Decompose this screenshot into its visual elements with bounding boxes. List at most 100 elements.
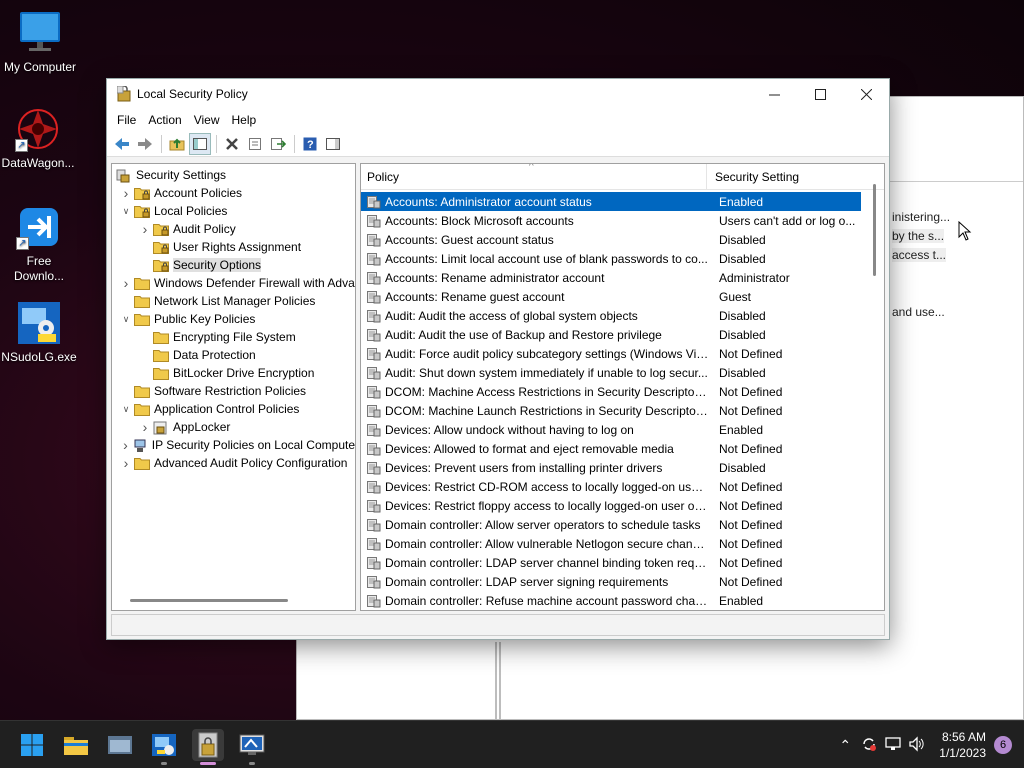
policy-row[interactable]: Domain controller: Refuse machine accoun… xyxy=(361,591,861,610)
policy-row[interactable]: Audit: Audit the use of Backup and Resto… xyxy=(361,325,861,344)
policy-row[interactable]: Accounts: Guest account status Disabled xyxy=(361,230,861,249)
tree-item-application-control-policies[interactable]: ∨ Application Control Policies xyxy=(112,400,355,418)
policy-row[interactable]: Devices: Allow undock without having to … xyxy=(361,420,861,439)
menu-help[interactable]: Help xyxy=(226,113,263,127)
policy-setting-icon xyxy=(367,252,381,266)
chevron-right-icon[interactable]: › xyxy=(137,419,153,435)
policy-row[interactable]: Accounts: Rename guest account Guest xyxy=(361,287,861,306)
menu-file[interactable]: File xyxy=(111,113,142,127)
chevron-right-icon[interactable]: › xyxy=(137,221,153,237)
policy-row[interactable]: Domain controller: Allow server operator… xyxy=(361,515,861,534)
desktop-icon-free-download[interactable]: ↗ Free Downlo... xyxy=(0,204,79,284)
tree-item-local-policies[interactable]: ∨ Local Policies xyxy=(112,202,355,220)
back-button[interactable] xyxy=(111,133,133,155)
vertical-scrollbar[interactable] xyxy=(873,184,876,276)
policy-row[interactable]: Accounts: Block Microsoft accounts Users … xyxy=(361,211,861,230)
policy-row[interactable]: Audit: Force audit policy subcategory se… xyxy=(361,344,861,363)
chevron-right-icon[interactable]: › xyxy=(118,455,134,471)
policy-row[interactable]: DCOM: Machine Launch Restrictions in Sec… xyxy=(361,401,861,420)
policy-row[interactable]: Domain controller: Allow vulnerable Netl… xyxy=(361,534,861,553)
local-security-policy-window[interactable]: Local Security Policy File Action View H… xyxy=(106,78,890,640)
security-setting-value: Disabled xyxy=(719,308,766,323)
clock[interactable]: 8:56 AM 1/1/2023 xyxy=(939,729,986,761)
tree-item-ip-security-policies-on-local-compute[interactable]: › IP Security Policies on Local Compute xyxy=(112,436,355,454)
tree-item-bitlocker-drive-encryption[interactable]: BitLocker Drive Encryption xyxy=(112,364,355,382)
up-folder-button[interactable] xyxy=(166,133,188,155)
close-button[interactable] xyxy=(843,79,889,109)
desktop-icon-nsudo[interactable]: NSudoLG.exe xyxy=(0,300,79,365)
menu-view[interactable]: View xyxy=(188,113,226,127)
tree-item-security-options[interactable]: Security Options xyxy=(112,256,355,274)
network-icon[interactable] xyxy=(881,736,905,755)
policy-row[interactable]: Devices: Restrict CD-ROM access to local… xyxy=(361,477,861,496)
properties-button[interactable] xyxy=(244,133,266,155)
tree-item-security-settings[interactable]: Security Settings xyxy=(112,166,355,184)
tree-item-label: Audit Policy xyxy=(173,222,236,236)
taskbar-control-panel[interactable] xyxy=(148,729,180,765)
forward-button[interactable] xyxy=(134,133,156,155)
maximize-button[interactable] xyxy=(797,79,843,109)
minimize-button[interactable] xyxy=(751,79,797,109)
policy-row[interactable]: Devices: Restrict floppy access to local… xyxy=(361,496,861,515)
security-policy-app-icon xyxy=(198,732,218,758)
security-setting-value: Users can't add or log o... xyxy=(719,213,856,228)
policy-row[interactable]: Accounts: Rename administrator account Ad… xyxy=(361,268,861,287)
tree-item-software-restriction-policies[interactable]: Software Restriction Policies xyxy=(112,382,355,400)
taskbar-mmc[interactable] xyxy=(236,729,268,765)
tree-item-account-policies[interactable]: › Account Policies xyxy=(112,184,355,202)
column-header-label: Policy xyxy=(367,169,400,184)
chevron-right-icon[interactable]: › xyxy=(118,185,134,201)
desktop-icon-label: NSudoLG.exe xyxy=(1,350,77,364)
tree-item-audit-policy[interactable]: › Audit Policy xyxy=(112,220,355,238)
policy-row[interactable]: Accounts: Administrator account status En… xyxy=(361,192,861,211)
export-list-button[interactable] xyxy=(267,133,289,155)
chevron-down-icon[interactable]: ∨ xyxy=(118,404,134,415)
tree-item-encrypting-file-system[interactable]: Encrypting File System xyxy=(112,328,355,346)
title-bar[interactable]: Local Security Policy xyxy=(107,79,889,109)
tree-item-advanced-audit-policy-configuration[interactable]: › Advanced Audit Policy Configuration xyxy=(112,454,355,472)
chevron-right-icon[interactable]: › xyxy=(118,275,134,291)
menu-action[interactable]: Action xyxy=(142,113,187,127)
volume-icon[interactable] xyxy=(905,735,929,755)
start-button[interactable] xyxy=(16,729,48,761)
tree-item-applocker[interactable]: › AppLocker xyxy=(112,418,355,436)
chevron-down-icon[interactable]: ∨ xyxy=(118,206,134,217)
toolbar-separator xyxy=(216,134,217,153)
taskbar-app-window[interactable] xyxy=(104,729,136,761)
taskbar-file-explorer[interactable] xyxy=(60,729,92,761)
tree-item-user-rights-assignment[interactable]: User Rights Assignment xyxy=(112,238,355,256)
sync-alert-icon[interactable] xyxy=(857,736,881,755)
tree-item-data-protection[interactable]: Data Protection xyxy=(112,346,355,364)
chevron-down-icon[interactable]: ∨ xyxy=(118,314,134,325)
policy-row[interactable]: Accounts: Limit local account use of bla… xyxy=(361,249,861,268)
policy-list[interactable]: Policy ^ Security Setting Accounts: Admi… xyxy=(360,163,885,611)
show-hide-tree-button[interactable] xyxy=(189,132,211,155)
policy-row[interactable]: Audit: Audit the access of global system… xyxy=(361,306,861,325)
delete-button[interactable] xyxy=(221,133,243,155)
horizontal-scrollbar[interactable] xyxy=(130,599,288,602)
column-header-security-setting[interactable]: Security Setting xyxy=(707,164,799,189)
policy-row[interactable]: Devices: Allowed to format and eject rem… xyxy=(361,439,861,458)
chevron-right-icon[interactable]: › xyxy=(118,437,133,453)
policy-setting-icon xyxy=(367,556,381,570)
policy-tree[interactable]: Security Settings › Account Policies ∨ Local… xyxy=(111,163,356,611)
desktop-icon-datawagon[interactable]: ↗ DataWagon... xyxy=(0,106,78,171)
column-header-policy[interactable]: Policy xyxy=(361,164,707,189)
policy-row[interactable]: Domain controller: LDAP server signing r… xyxy=(361,572,861,591)
notification-badge[interactable]: 6 xyxy=(994,736,1012,754)
tree-item-windows-defender-firewall-with-adva[interactable]: › Windows Defender Firewall with Adva xyxy=(112,274,355,292)
taskbar-local-security-policy[interactable] xyxy=(192,729,224,765)
monitor-app-icon xyxy=(239,734,265,755)
tree-item-public-key-policies[interactable]: ∨ Public Key Policies xyxy=(112,310,355,328)
desktop-icon-my-computer[interactable]: My Computer xyxy=(0,10,80,75)
policy-row[interactable]: Audit: Shut down system immediately if u… xyxy=(361,363,861,382)
tree-item-network-list-manager-policies[interactable]: Network List Manager Policies xyxy=(112,292,355,310)
policy-row[interactable]: DCOM: Machine Access Restrictions in Sec… xyxy=(361,382,861,401)
chevron-up-icon[interactable]: ⌃ xyxy=(833,737,857,754)
security-setting-value: Not Defined xyxy=(719,536,783,551)
policy-row[interactable]: Domain controller: LDAP server channel b… xyxy=(361,553,861,572)
policy-name: DCOM: Machine Launch Restrictions in Sec… xyxy=(385,403,711,418)
policy-row[interactable]: Devices: Prevent users from installing p… xyxy=(361,458,861,477)
action-pane-button[interactable] xyxy=(322,133,344,155)
help-button[interactable]: ? xyxy=(299,133,321,155)
